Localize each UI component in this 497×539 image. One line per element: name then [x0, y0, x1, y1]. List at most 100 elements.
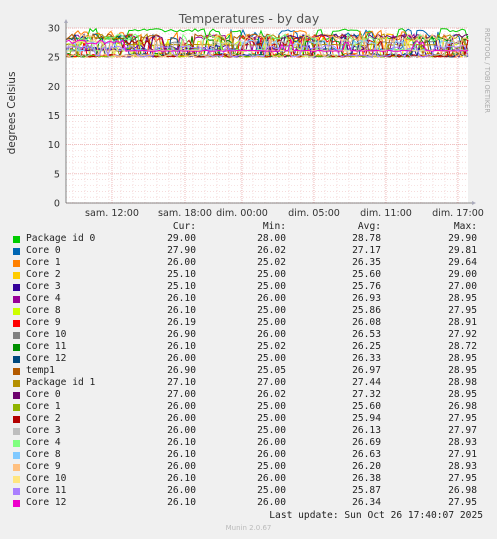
legend-cur-value: 25.10 — [167, 269, 196, 280]
legend-min-value: 26.02 — [257, 245, 286, 256]
legend-min-value: 25.00 — [257, 485, 286, 496]
legend-avg-value: 25.60 — [352, 269, 381, 280]
legend-swatch — [13, 404, 20, 411]
legend-series-name: Core 11 — [26, 341, 67, 352]
legend-cur-value: 26.90 — [167, 329, 196, 340]
legend-avg-value: 25.87 — [352, 485, 381, 496]
legend-cur-value: 26.00 — [167, 413, 196, 424]
legend-min-value: 25.00 — [257, 353, 286, 364]
legend-row: Core 1 26.00 25.00 25.60 26.98 — [0, 401, 497, 413]
legend-min-value: 26.00 — [257, 473, 286, 484]
legend-cur-value: 26.00 — [167, 353, 196, 364]
legend-series-name: Core 8 — [26, 305, 61, 316]
y-axis-arrow — [64, 19, 68, 23]
legend-min-value: 26.00 — [257, 293, 286, 304]
legend-max-value: 29.90 — [448, 233, 477, 244]
legend-min-value: 28.00 — [257, 233, 286, 244]
legend-row: Core 9 26.19 25.00 26.08 28.91 — [0, 317, 497, 329]
munin-footer: Munin 2.0.67 — [225, 524, 272, 532]
legend-avg-value: 26.08 — [352, 317, 381, 328]
legend-min-value: 25.02 — [257, 341, 286, 352]
legend-series-name: Core 1 — [26, 257, 61, 268]
legend-swatch — [13, 488, 20, 495]
legend-row: temp1 26.90 25.05 26.97 28.95 — [0, 365, 497, 377]
legend-swatch — [13, 284, 20, 291]
legend-row: Core 2 26.00 25.00 25.94 27.95 — [0, 413, 497, 425]
legend-row: Core 2 25.10 25.00 25.60 29.00 — [0, 269, 497, 281]
legend-swatch — [13, 332, 20, 339]
temperature-chart: 0 5 10 15 20 25 30 sam. 12:00 sam. 18:00 dim. 00:… — [6, 11, 491, 219]
legend-min-value: 26.00 — [257, 497, 286, 508]
legend-max-value: 29.64 — [448, 257, 477, 268]
legend-max-value: 28.93 — [448, 461, 477, 472]
y-tick-label: 10 — [48, 140, 60, 151]
rrdtool-side-label: RRDTOOL / TOBI OETIKER — [483, 28, 491, 113]
legend-min-value: 25.00 — [257, 461, 286, 472]
legend-cur-value: 26.10 — [167, 497, 196, 508]
legend-series-name: Core 4 — [26, 293, 61, 304]
legend-row: Core 9 26.00 25.00 26.20 28.93 — [0, 461, 497, 473]
legend-avg-value: 25.60 — [352, 401, 381, 412]
legend-cur-value: 29.00 — [167, 233, 196, 244]
legend-cur-value: 26.10 — [167, 293, 196, 304]
legend-avg-value: 26.53 — [352, 329, 381, 340]
legend-swatch — [13, 248, 20, 255]
legend-swatch — [13, 236, 20, 243]
legend-series-name: Core 2 — [26, 413, 61, 424]
legend-avg-value: 26.13 — [352, 425, 381, 436]
legend-max-value: 28.95 — [448, 293, 477, 304]
legend-max-value: 26.98 — [448, 485, 477, 496]
legend-min-value: 25.05 — [257, 365, 286, 376]
legend-max-value: 28.98 — [448, 377, 477, 388]
legend-row: Core 4 26.10 26.00 26.93 28.95 — [0, 293, 497, 305]
legend-avg-value: 26.38 — [352, 473, 381, 484]
x-tick-label: dim. 05:00 — [288, 208, 340, 219]
legend-row: Core 10 26.10 26.00 26.38 27.95 — [0, 473, 497, 485]
legend-series-name: Core 4 — [26, 437, 61, 448]
legend-cur-value: 26.00 — [167, 401, 196, 412]
legend-swatch — [13, 380, 20, 387]
x-tick-label: dim. 11:00 — [360, 208, 412, 219]
legend-series-name: Core 2 — [26, 269, 61, 280]
legend-cur-value: 26.00 — [167, 485, 196, 496]
legend-cur-value: 26.00 — [167, 257, 196, 268]
legend-row: Core 10 26.90 26.00 26.53 27.92 — [0, 329, 497, 341]
legend-max-value: 27.91 — [448, 449, 477, 460]
legend-swatch — [13, 272, 20, 279]
legend-avg-value: 26.63 — [352, 449, 381, 460]
legend-series-name: Core 10 — [26, 329, 67, 340]
legend-swatch — [13, 464, 20, 471]
legend-series-name: Core 0 — [26, 245, 61, 256]
legend-swatch — [13, 392, 20, 399]
y-tick-label: 0 — [54, 199, 60, 210]
legend-min-value: 25.02 — [257, 257, 286, 268]
legend-max-value: 27.92 — [448, 329, 477, 340]
legend-row: Package id 0 29.00 28.00 28.78 29.90 — [0, 233, 497, 245]
legend-max-value: 28.91 — [448, 317, 477, 328]
y-axis-label: degrees Celsius — [6, 72, 18, 155]
legend-swatch — [13, 356, 20, 363]
legend-cur-value: 25.10 — [167, 281, 196, 292]
legend-swatch — [13, 416, 20, 423]
x-tick-label: sam. 18:00 — [158, 208, 212, 219]
legend-min-value: 26.02 — [257, 389, 286, 400]
y-tick-label: 15 — [48, 111, 60, 122]
legend-row: Package id 1 27.10 27.00 27.44 28.98 — [0, 377, 497, 389]
legend-avg-value: 27.44 — [352, 377, 381, 388]
legend-series-name: Core 10 — [26, 473, 67, 484]
legend-cur-value: 26.10 — [167, 305, 196, 316]
legend-series-name: Core 12 — [26, 353, 67, 364]
col-max-header: Max: — [453, 221, 477, 232]
legend-max-value: 27.95 — [448, 473, 477, 484]
legend-swatch — [13, 260, 20, 267]
legend-avg-value: 25.76 — [352, 281, 381, 292]
x-tick-label: dim. 17:00 — [432, 208, 484, 219]
legend-cur-value: 26.10 — [167, 473, 196, 484]
legend-avg-value: 27.17 — [352, 245, 381, 256]
legend-avg-value: 25.86 — [352, 305, 381, 316]
legend-row: Core 12 26.00 25.00 26.33 28.95 — [0, 353, 497, 365]
legend-series-name: Core 1 — [26, 401, 61, 412]
legend-min-value: 25.00 — [257, 413, 286, 424]
legend-min-value: 26.00 — [257, 329, 286, 340]
legend-avg-value: 26.93 — [352, 293, 381, 304]
